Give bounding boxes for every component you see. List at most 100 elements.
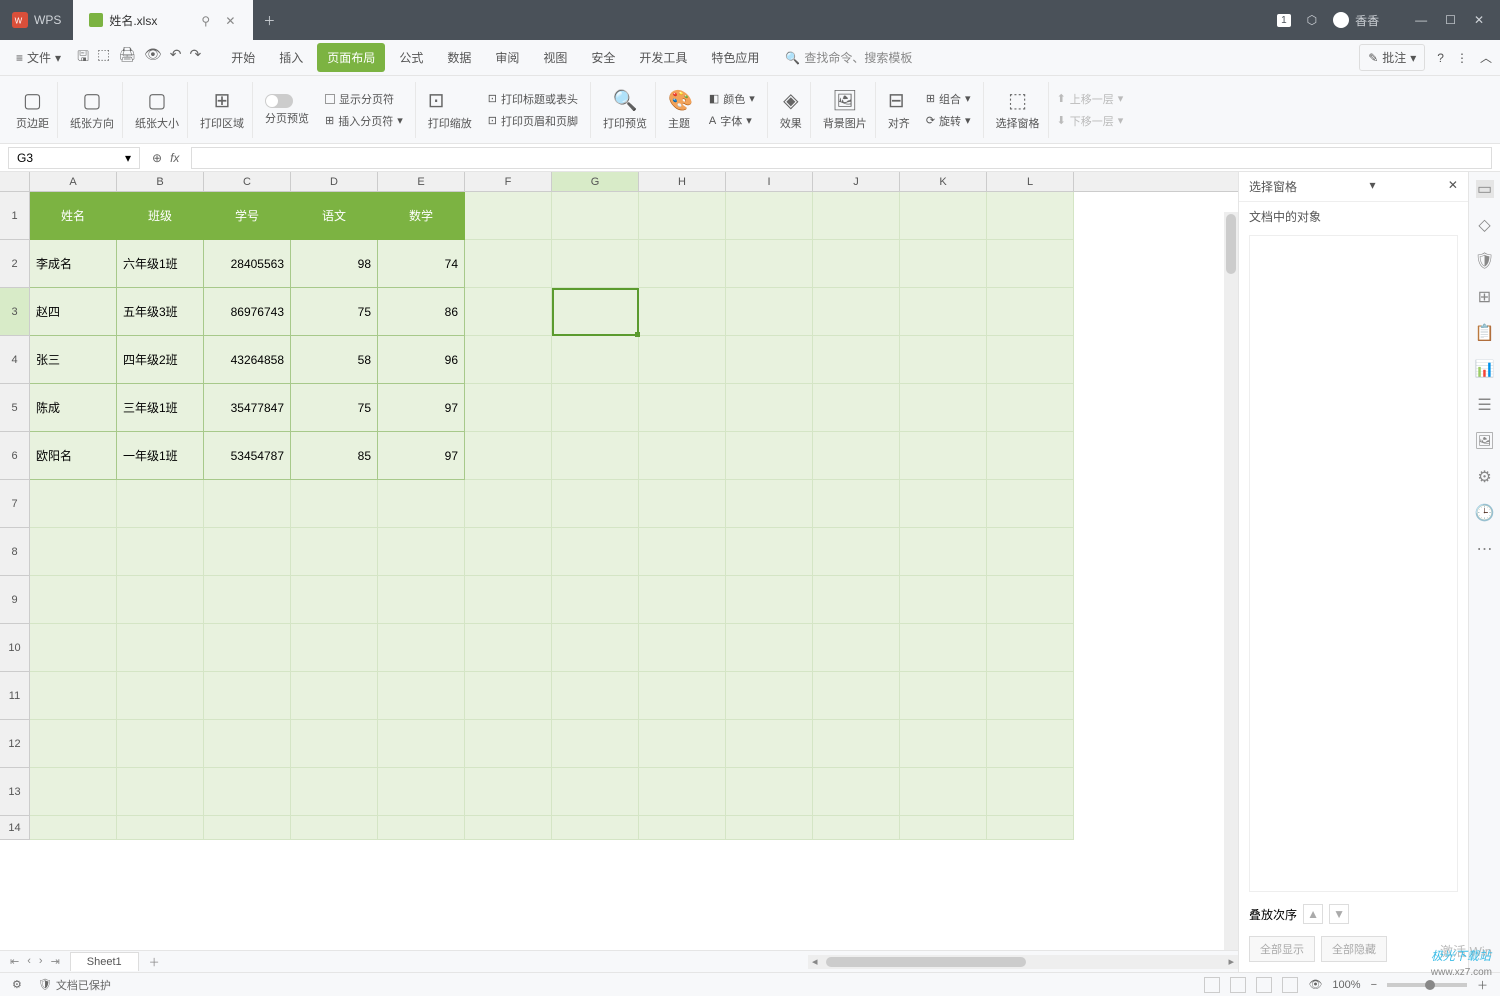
row-header[interactable]: 13 <box>0 768 30 816</box>
cell[interactable] <box>465 480 552 528</box>
scroll-thumb[interactable] <box>826 957 1026 967</box>
cell[interactable] <box>639 816 726 840</box>
cell[interactable] <box>813 576 900 624</box>
pagebreak-view-icon[interactable] <box>1256 977 1272 993</box>
cell[interactable] <box>726 624 813 672</box>
cell[interactable] <box>465 384 552 432</box>
history-icon[interactable]: 🕒 <box>1476 504 1494 522</box>
cell[interactable] <box>726 672 813 720</box>
margin-button[interactable]: ▢页边距 <box>8 82 58 138</box>
cell[interactable] <box>987 432 1074 480</box>
cell[interactable] <box>465 816 552 840</box>
cell[interactable] <box>378 576 465 624</box>
cell[interactable]: 六年级1班 <box>117 240 204 288</box>
cell[interactable] <box>726 528 813 576</box>
cell[interactable]: 75 <box>291 288 378 336</box>
cell[interactable] <box>900 816 987 840</box>
cell[interactable] <box>30 480 117 528</box>
cell[interactable] <box>726 768 813 816</box>
cell[interactable] <box>726 480 813 528</box>
cell[interactable]: 58 <box>291 336 378 384</box>
add-tab-button[interactable]: ＋ <box>253 12 285 29</box>
cell[interactable] <box>552 240 639 288</box>
print-scale-button[interactable]: ⊡打印缩放 <box>428 88 472 131</box>
expand-icon[interactable]: ⊕ <box>152 151 162 165</box>
cell[interactable] <box>552 384 639 432</box>
cell[interactable] <box>987 480 1074 528</box>
cell[interactable] <box>552 816 639 840</box>
cell[interactable]: 班级 <box>117 192 204 240</box>
row-header[interactable]: 11 <box>0 672 30 720</box>
cell[interactable] <box>726 384 813 432</box>
scroll-right-icon[interactable]: ▸ <box>1224 955 1238 968</box>
cell[interactable] <box>465 432 552 480</box>
cell[interactable]: 赵四 <box>30 288 117 336</box>
cell[interactable] <box>117 624 204 672</box>
cell[interactable] <box>726 720 813 768</box>
cell[interactable] <box>117 816 204 840</box>
first-sheet-icon[interactable]: ⇤ <box>8 955 21 968</box>
color-button[interactable]: ◧颜色▾ <box>705 89 759 109</box>
col-header[interactable]: C <box>204 172 291 191</box>
cell[interactable] <box>465 576 552 624</box>
pin-icon[interactable]: ⚲ <box>201 14 213 26</box>
cell[interactable]: 三年级1班 <box>117 384 204 432</box>
cell[interactable] <box>378 480 465 528</box>
cell[interactable] <box>726 816 813 840</box>
row-header[interactable]: 1 <box>0 192 30 240</box>
insert-pagebreak-button[interactable]: ⊞插入分页符▾ <box>321 111 407 131</box>
cell[interactable] <box>987 672 1074 720</box>
cell[interactable] <box>987 336 1074 384</box>
cell[interactable] <box>552 288 639 336</box>
cell[interactable] <box>291 528 378 576</box>
cell[interactable] <box>465 528 552 576</box>
cell[interactable] <box>552 720 639 768</box>
cell[interactable] <box>204 816 291 840</box>
cell[interactable] <box>726 192 813 240</box>
cell[interactable] <box>813 384 900 432</box>
cell[interactable] <box>291 624 378 672</box>
cell[interactable] <box>30 576 117 624</box>
select-pane-button[interactable]: ⬚选择窗格 <box>988 82 1049 138</box>
cell[interactable] <box>552 576 639 624</box>
document-protected[interactable]: 🛡 文档已保护 <box>38 977 111 993</box>
rotate-button[interactable]: ⟳旋转▾ <box>922 111 975 131</box>
tab-start[interactable]: 开始 <box>221 43 265 72</box>
cell[interactable] <box>726 432 813 480</box>
clipboard-icon[interactable]: 📋 <box>1476 324 1494 342</box>
cell[interactable] <box>639 480 726 528</box>
move-up-button[interactable]: ▲ <box>1303 904 1323 924</box>
print-icon[interactable]: 🖨 <box>118 46 136 70</box>
cell[interactable] <box>30 528 117 576</box>
cell[interactable] <box>813 816 900 840</box>
cell[interactable] <box>117 528 204 576</box>
col-header[interactable]: F <box>465 172 552 191</box>
horizontal-scrollbar[interactable]: ◂ ▸ <box>808 955 1238 969</box>
cell[interactable]: 35477847 <box>204 384 291 432</box>
cell[interactable] <box>639 624 726 672</box>
col-header[interactable]: J <box>813 172 900 191</box>
next-sheet-icon[interactable]: › <box>37 955 45 968</box>
cell[interactable] <box>813 528 900 576</box>
cell[interactable] <box>813 288 900 336</box>
undo-icon[interactable]: ↶ <box>170 46 182 70</box>
tab-special[interactable]: 特色应用 <box>701 43 769 72</box>
row-header[interactable]: 9 <box>0 576 30 624</box>
cell[interactable] <box>204 768 291 816</box>
cell[interactable]: 五年级3班 <box>117 288 204 336</box>
cell[interactable] <box>726 288 813 336</box>
show-all-button[interactable]: 全部显示 <box>1249 936 1315 962</box>
cell[interactable]: 85 <box>291 432 378 480</box>
cell[interactable] <box>987 624 1074 672</box>
shield-icon[interactable]: 🛡 <box>1476 252 1494 270</box>
select-pane-icon[interactable]: ▭ <box>1476 180 1494 198</box>
print-title-button[interactable]: ⊡打印标题或表头 <box>484 89 582 109</box>
cell[interactable] <box>378 720 465 768</box>
cell[interactable] <box>813 192 900 240</box>
cell[interactable] <box>639 240 726 288</box>
cell[interactable] <box>465 672 552 720</box>
more-icon[interactable]: ⋮ <box>1456 51 1468 65</box>
font-button[interactable]: A字体▾ <box>705 111 759 131</box>
tab-view[interactable]: 视图 <box>533 43 577 72</box>
chart-icon[interactable]: 📊 <box>1476 360 1494 378</box>
